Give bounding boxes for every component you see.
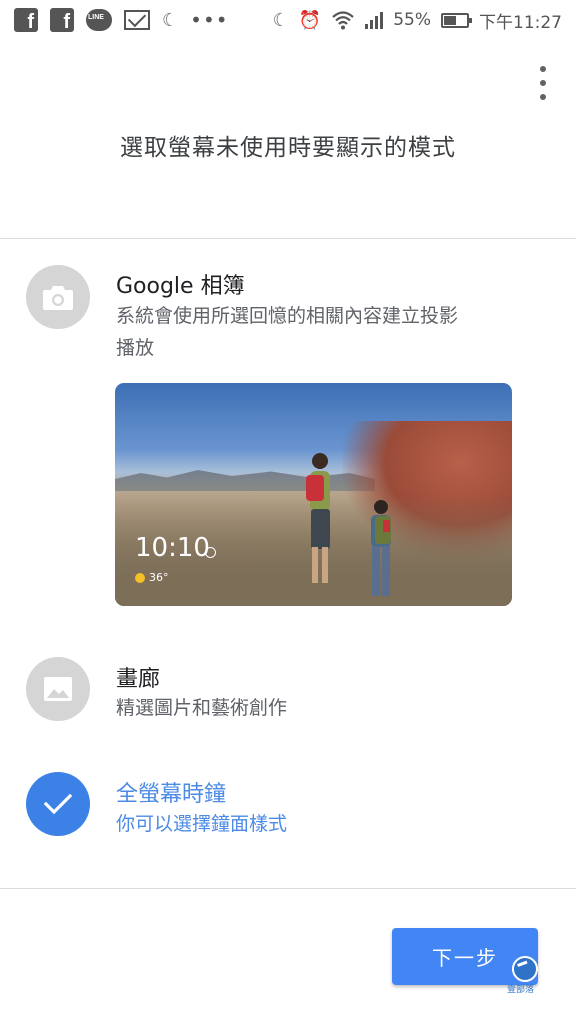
line-icon: [86, 9, 112, 31]
wifi-icon: [332, 11, 354, 30]
page-title: 選取螢幕未使用時要顯示的模式: [120, 135, 456, 161]
system-icons: ☾ ⏰ 55% 下午11:27: [273, 8, 562, 33]
battery-icon: [441, 12, 472, 28]
hiker-adult: [306, 453, 330, 583]
bottom-divider: [0, 888, 576, 889]
check-icon: [43, 793, 73, 815]
watermark-text: 壹部落: [507, 985, 535, 995]
option-title: 畫廊: [116, 667, 161, 692]
signal-icon: [365, 11, 384, 29]
more-options-icon[interactable]: [538, 66, 548, 100]
image-icon: [44, 677, 72, 701]
more-dots-icon: •••: [190, 8, 229, 32]
option-description: 你可以選擇鐘面樣式: [116, 813, 288, 835]
camera-icon: [43, 286, 73, 310]
ambient-preview-image: 10:10 36°: [115, 383, 512, 606]
option-title: 全螢幕時鐘: [116, 782, 227, 807]
preview-temperature: 36°: [149, 571, 169, 584]
facebook-icon: [14, 8, 38, 34]
preview-clock-time: 10:10: [135, 533, 210, 563]
option-title: Google 相簿: [116, 274, 245, 299]
alarm-icon: ⏰: [298, 9, 322, 31]
watermark-logo: [512, 956, 538, 982]
hiker-child: [371, 500, 391, 596]
option-gallery[interactable]: 畫廊 精選圖片和藝術創作: [0, 657, 576, 727]
alarm-icon: [205, 547, 216, 558]
facebook-icon: [50, 8, 74, 34]
preview-weather: 36°: [135, 571, 169, 584]
battery-percent: 55%: [393, 10, 431, 30]
option-selected-circle: [26, 772, 90, 836]
status-bar: ☾ ••• ☾ ⏰ 55% 下午11:27: [0, 0, 576, 40]
option-icon-circle: [26, 657, 90, 721]
gmail-icon: [124, 10, 150, 30]
top-divider: [0, 238, 576, 239]
sun-icon: [135, 572, 145, 583]
moon-alarm-icon: ☾: [272, 9, 289, 31]
option-description: 系統會使用所選回憶的相關內容建立投影播放: [116, 305, 459, 359]
status-time: 下午11:27: [479, 12, 562, 33]
moon-alarm-icon: ☾: [162, 9, 179, 31]
option-icon-circle: [26, 265, 90, 329]
option-description: 精選圖片和藝術創作: [116, 697, 288, 719]
notification-icons: ☾ •••: [14, 8, 229, 34]
option-fullscreen-clock[interactable]: 全螢幕時鐘 你可以選擇鐘面樣式: [0, 772, 576, 842]
